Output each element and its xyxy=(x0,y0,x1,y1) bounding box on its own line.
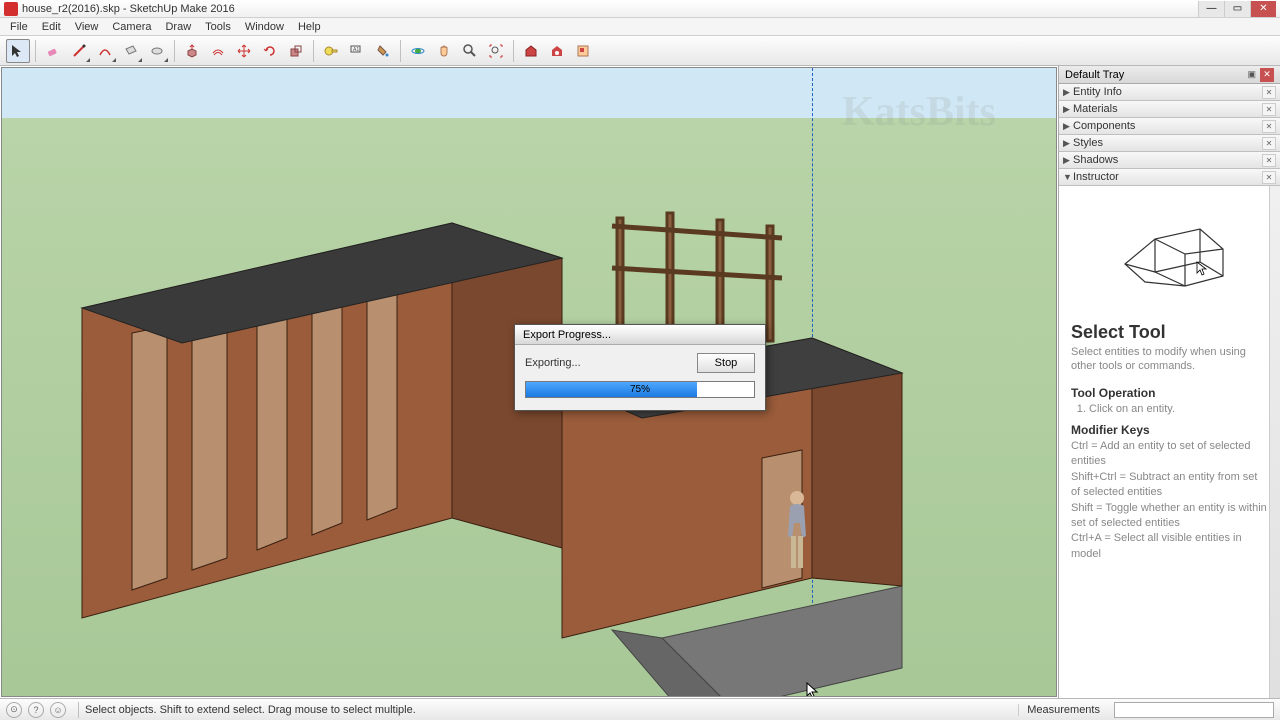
modifiers-heading: Modifier Keys xyxy=(1071,423,1268,437)
measurements-label: Measurements xyxy=(1018,704,1108,716)
select-tool[interactable] xyxy=(6,39,30,63)
progress-percent: 75% xyxy=(526,382,754,397)
toolbar: A1 xyxy=(0,36,1280,66)
operation-item: Click on an entity. xyxy=(1089,402,1268,417)
building-model xyxy=(72,178,912,697)
panel-styles[interactable]: ▶Styles✕ xyxy=(1059,135,1280,152)
tray-title: Default Tray xyxy=(1065,69,1124,81)
modifier-line: Shift+Ctrl = Subtract an entity from set… xyxy=(1071,470,1268,501)
instructor-title: Select Tool xyxy=(1071,322,1268,343)
operation-heading: Tool Operation xyxy=(1071,386,1268,400)
move-tool[interactable] xyxy=(232,39,256,63)
menu-file[interactable]: File xyxy=(4,20,34,34)
svg-text:A1: A1 xyxy=(353,47,359,53)
tray-header[interactable]: Default Tray ▣ ✕ xyxy=(1059,66,1280,84)
rectangle-tool[interactable] xyxy=(119,39,143,63)
menu-view[interactable]: View xyxy=(69,20,105,34)
layout-tool[interactable] xyxy=(571,39,595,63)
dialog-title[interactable]: Export Progress... xyxy=(515,325,765,345)
menu-edit[interactable]: Edit xyxy=(36,20,67,34)
circle-tool[interactable] xyxy=(145,39,169,63)
panel-shadows[interactable]: ▶Shadows✕ xyxy=(1059,152,1280,169)
default-tray: Default Tray ▣ ✕ ▶Entity Info✕▶Materials… xyxy=(1058,66,1280,698)
panel-close-icon[interactable]: ✕ xyxy=(1262,120,1276,133)
rotate-tool[interactable] xyxy=(258,39,282,63)
measurements-input[interactable] xyxy=(1114,702,1274,718)
tray-close-icon[interactable]: ✕ xyxy=(1260,68,1274,82)
modifier-line: Ctrl = Add an entity to set of selected … xyxy=(1071,439,1268,470)
modifier-line: Shift = Toggle whether an entity is with… xyxy=(1071,501,1268,532)
menu-window[interactable]: Window xyxy=(239,20,290,34)
zoom-tool[interactable] xyxy=(458,39,482,63)
panel-components[interactable]: ▶Components✕ xyxy=(1059,118,1280,135)
zoom-extents-tool[interactable] xyxy=(484,39,508,63)
geo-icon[interactable]: ⊙ xyxy=(6,702,22,718)
text-tool[interactable]: A1 xyxy=(345,39,369,63)
menu-tools[interactable]: Tools xyxy=(199,20,237,34)
viewport[interactable]: KatsBits xyxy=(1,67,1057,697)
instructor-panel-body: Select Tool Select entities to modify wh… xyxy=(1059,186,1280,698)
instructor-illustration xyxy=(1071,214,1268,294)
close-button[interactable]: ✕ xyxy=(1250,1,1276,17)
eraser-tool[interactable] xyxy=(41,39,65,63)
menu-draw[interactable]: Draw xyxy=(159,20,197,34)
minimize-button[interactable]: — xyxy=(1198,1,1224,17)
orbit-tool[interactable] xyxy=(406,39,430,63)
pan-tool[interactable] xyxy=(432,39,456,63)
dialog-message: Exporting... xyxy=(525,357,697,369)
extension-warehouse-tool[interactable] xyxy=(545,39,569,63)
paint-tool[interactable] xyxy=(371,39,395,63)
panel-close-icon[interactable]: ✕ xyxy=(1262,137,1276,150)
scale-tool[interactable] xyxy=(284,39,308,63)
menu-help[interactable]: Help xyxy=(292,20,327,34)
panel-close-icon[interactable]: ✕ xyxy=(1262,103,1276,116)
panel-instructor[interactable]: ▼Instructor✕ xyxy=(1059,169,1280,186)
export-dialog: Export Progress... Exporting... Stop 75% xyxy=(514,324,766,411)
panel-materials[interactable]: ▶Materials✕ xyxy=(1059,101,1280,118)
panel-close-icon[interactable]: ✕ xyxy=(1262,86,1276,99)
pushpull-tool[interactable] xyxy=(180,39,204,63)
menu-bar: FileEditViewCameraDrawToolsWindowHelp xyxy=(0,18,1280,36)
watermark: KatsBits xyxy=(842,88,996,136)
stop-button[interactable]: Stop xyxy=(697,353,755,373)
modifier-line: Ctrl+A = Select all visible entities in … xyxy=(1071,531,1268,562)
main-area: KatsBits xyxy=(0,66,1280,698)
status-bar: ⊙ ? ☺ Select objects. Shift to extend se… xyxy=(0,698,1280,720)
pin-icon[interactable]: ▣ xyxy=(1247,69,1256,80)
offset-tool[interactable] xyxy=(206,39,230,63)
window-controls: — ▭ ✕ xyxy=(1198,1,1276,17)
progress-bar: 75% xyxy=(525,381,755,398)
app-icon xyxy=(4,2,18,16)
menu-camera[interactable]: Camera xyxy=(106,20,157,34)
info-icon[interactable]: ? xyxy=(28,702,44,718)
tape-tool[interactable] xyxy=(319,39,343,63)
line-tool[interactable] xyxy=(67,39,91,63)
status-hint: Select objects. Shift to extend select. … xyxy=(85,704,1018,716)
maximize-button[interactable]: ▭ xyxy=(1224,1,1250,17)
instructor-subtitle: Select entities to modify when using oth… xyxy=(1071,345,1268,374)
panel-entity-info[interactable]: ▶Entity Info✕ xyxy=(1059,84,1280,101)
title-bar: house_r2(2016).skp - SketchUp Make 2016 … xyxy=(0,0,1280,18)
panel-close-icon[interactable]: ✕ xyxy=(1262,171,1276,184)
window-title: house_r2(2016).skp - SketchUp Make 2016 xyxy=(22,3,1198,15)
arc-tool[interactable] xyxy=(93,39,117,63)
warehouse-tool[interactable] xyxy=(519,39,543,63)
user-icon[interactable]: ☺ xyxy=(50,702,66,718)
panel-close-icon[interactable]: ✕ xyxy=(1262,154,1276,167)
